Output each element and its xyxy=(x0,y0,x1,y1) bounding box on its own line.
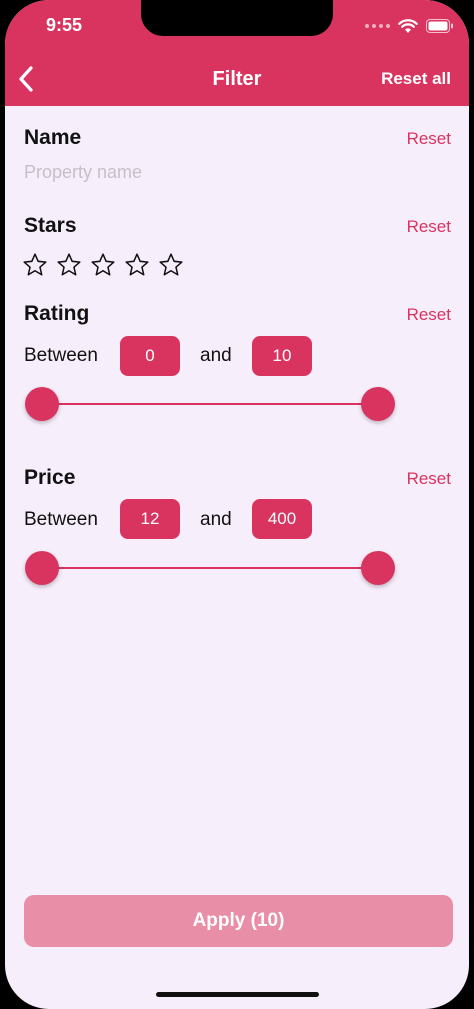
star-icon[interactable] xyxy=(22,252,48,278)
name-section-title: Name xyxy=(24,126,82,149)
price-min-value: 12 xyxy=(120,499,180,539)
star-icon[interactable] xyxy=(124,252,150,278)
property-name-input[interactable]: Property name xyxy=(24,162,142,183)
rating-slider-track[interactable] xyxy=(45,403,375,405)
price-section-title: Price xyxy=(24,466,76,489)
price-reset-button[interactable]: Reset xyxy=(407,469,451,489)
battery-icon xyxy=(426,19,453,33)
stars-section-title: Stars xyxy=(24,214,77,237)
signal-icon xyxy=(365,24,390,28)
apply-button[interactable]: Apply (10) xyxy=(24,895,453,947)
phone-screen: 9:55 Filter Reset all Name Reset Propert… xyxy=(5,0,469,1009)
name-reset-button[interactable]: Reset xyxy=(407,129,451,149)
star-icon[interactable] xyxy=(56,252,82,278)
rating-slider-min-thumb[interactable] xyxy=(25,387,59,421)
rating-slider-max-thumb[interactable] xyxy=(361,387,395,421)
rating-min-value: 0 xyxy=(120,336,180,376)
rating-between-label: Between xyxy=(24,345,98,366)
rating-max-value: 10 xyxy=(252,336,312,376)
nav-bar: 9:55 Filter Reset all xyxy=(5,0,469,106)
home-indicator xyxy=(156,992,319,997)
price-slider-max-thumb[interactable] xyxy=(361,551,395,585)
star-icon[interactable] xyxy=(90,252,116,278)
price-slider-min-thumb[interactable] xyxy=(25,551,59,585)
star-icon[interactable] xyxy=(158,252,184,278)
status-indicators xyxy=(365,14,454,38)
rating-section-title: Rating xyxy=(24,302,90,325)
wifi-icon xyxy=(398,18,418,33)
star-rating xyxy=(22,252,184,278)
status-time: 9:55 xyxy=(46,15,83,35)
reset-all-button[interactable]: Reset all xyxy=(381,69,451,89)
price-and-label: and xyxy=(200,509,232,530)
price-max-value: 400 xyxy=(252,499,312,539)
rating-reset-button[interactable]: Reset xyxy=(407,305,451,325)
stars-reset-button[interactable]: Reset xyxy=(407,217,451,237)
rating-and-label: and xyxy=(200,345,232,366)
device-notch xyxy=(141,0,333,36)
price-slider-track[interactable] xyxy=(45,567,375,569)
price-between-label: Between xyxy=(24,509,98,530)
